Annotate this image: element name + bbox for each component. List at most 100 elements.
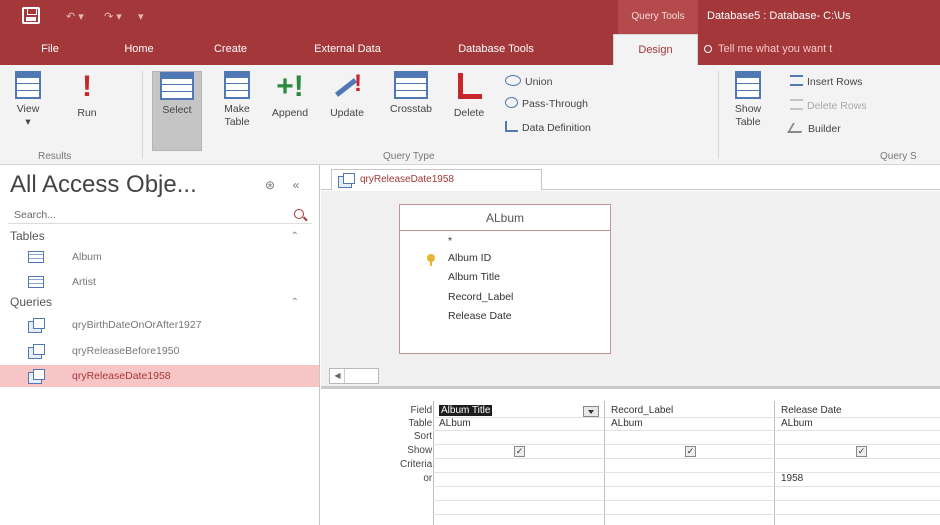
update-pencil-icon xyxy=(330,69,364,103)
grid-table-cell[interactable]: ALbum xyxy=(439,418,471,429)
show-checkbox[interactable]: ✓ xyxy=(856,446,867,457)
nav-item-query[interactable]: qryBirthDateOnOrAfter1927 xyxy=(0,314,319,336)
group-separator xyxy=(142,71,143,159)
union-icon xyxy=(505,75,521,86)
grid-line xyxy=(433,472,940,473)
undo-icon[interactable]: ↶ ▾ xyxy=(66,10,84,23)
navigation-pane: All Access Obje... ⊛ « Search... Tables … xyxy=(0,165,320,525)
collapse-arrow-icon[interactable]: ⌃ xyxy=(291,297,299,308)
collapse-pane-icon[interactable]: « xyxy=(288,177,304,193)
row-label-sort: Sort: xyxy=(413,431,435,442)
nav-item-query-selected[interactable]: qryReleaseDate1958 xyxy=(0,365,319,387)
ribbon-tab-bar: File Home Create External Data Database … xyxy=(0,34,940,65)
grid-table-cell[interactable]: ALbum xyxy=(611,418,643,429)
customize-qat-icon[interactable]: ▾ xyxy=(138,10,144,23)
chevron-down-icon: ▾ xyxy=(25,116,31,129)
horizontal-scrollbar[interactable]: ◀ xyxy=(329,368,379,384)
append-button[interactable]: +! Append xyxy=(264,71,316,151)
grid-field-cell[interactable]: Album Title xyxy=(439,405,493,416)
field-list-item[interactable]: Album ID xyxy=(448,252,491,264)
group-query-setup-label: Query S xyxy=(880,151,917,162)
row-label-field: Field: xyxy=(410,405,435,416)
union-button[interactable]: Union xyxy=(505,75,552,88)
title-bar: ↶ ▾ ↷ ▾ ▾ Query Tools Database5 : Databa… xyxy=(0,0,940,34)
nav-group-queries[interactable]: Queries xyxy=(10,295,52,309)
tab-design[interactable]: Design xyxy=(613,34,698,65)
collapse-arrow-icon[interactable]: ⌃ xyxy=(291,231,299,242)
tab-database-tools[interactable]: Database Tools xyxy=(440,34,552,65)
table-icon xyxy=(28,251,44,263)
lightbulb-icon xyxy=(704,45,712,53)
make-table-icon xyxy=(224,71,250,99)
nav-item-table-artist[interactable]: Artist xyxy=(0,271,319,293)
redo-icon[interactable]: ↷ ▾ xyxy=(104,10,122,23)
grid-line xyxy=(433,514,940,515)
query-design-grid: Field: Table: Sort: Show: Criteria: or: … xyxy=(321,389,940,525)
window-title: Database5 : Database- C:\Us xyxy=(707,10,851,22)
group-results-label: Results xyxy=(38,151,72,162)
tab-external-data[interactable]: External Data xyxy=(300,34,395,65)
nav-item-query[interactable]: qryReleaseBefore1950 xyxy=(0,340,319,362)
scroll-left-icon[interactable]: ◀ xyxy=(331,369,345,383)
group-separator xyxy=(718,71,719,159)
insert-rows-icon xyxy=(790,75,803,86)
field-list-item[interactable]: * xyxy=(448,235,452,247)
tab-create[interactable]: Create xyxy=(203,34,258,65)
delete-rows-button[interactable]: Delete Rows xyxy=(790,99,867,112)
show-table-icon xyxy=(735,71,761,99)
field-dropdown-icon[interactable] xyxy=(583,406,599,417)
show-table-button[interactable]: Show Table xyxy=(724,71,772,151)
search-input[interactable]: Search... xyxy=(8,206,312,224)
update-button[interactable]: Update xyxy=(318,69,376,151)
tab-file[interactable]: File xyxy=(30,34,70,65)
document-tab[interactable]: qryReleaseDate1958 xyxy=(331,169,542,191)
grid-field-cell[interactable]: Release Date xyxy=(781,405,842,416)
nav-item-table-album[interactable]: Album xyxy=(0,246,319,268)
delete-rows-icon xyxy=(790,99,803,110)
query-tools-context-tab: Query Tools xyxy=(618,0,698,34)
crosstab-button[interactable]: Crosstab xyxy=(382,71,440,151)
save-icon[interactable] xyxy=(22,7,40,24)
tab-home[interactable]: Home xyxy=(113,34,165,65)
document-tab-bar: qryReleaseDate1958 xyxy=(321,165,940,191)
append-plus-icon: +! xyxy=(276,70,304,103)
select-query-button[interactable]: Select xyxy=(152,71,202,151)
table-diagram-pane[interactable]: ALbum * Album ID Album Title Record_Labe… xyxy=(321,191,940,386)
delete-query-button[interactable]: Delete xyxy=(442,71,496,151)
pass-through-button[interactable]: Pass-Through xyxy=(505,97,588,110)
grid-divider xyxy=(433,401,434,525)
make-table-button[interactable]: Make Table xyxy=(212,71,262,151)
grid-field-cell[interactable]: Record_Label xyxy=(611,405,673,416)
field-list-title[interactable]: ALbum xyxy=(400,205,610,231)
crosstab-icon xyxy=(394,71,428,99)
run-button[interactable]: ! Run xyxy=(66,71,108,151)
primary-key-icon xyxy=(427,254,435,266)
show-checkbox[interactable]: ✓ xyxy=(514,446,525,457)
insert-rows-button[interactable]: Insert Rows xyxy=(790,75,862,88)
row-label-show: Show: xyxy=(407,445,435,456)
builder-button[interactable]: Builder xyxy=(787,123,841,135)
data-definition-button[interactable]: Data Definition xyxy=(505,121,591,134)
search-icon[interactable] xyxy=(294,209,304,219)
show-checkbox[interactable]: ✓ xyxy=(685,446,696,457)
grid-line xyxy=(433,500,940,501)
field-list-item[interactable]: Release Date xyxy=(448,310,512,322)
grid-line xyxy=(433,444,940,445)
nav-menu-icon[interactable]: ⊛ xyxy=(262,177,278,193)
datasheet-view-icon xyxy=(15,71,41,99)
grid-table-cell[interactable]: ALbum xyxy=(781,418,813,429)
grid-line xyxy=(433,417,940,418)
grid-criteria-cell[interactable]: 1958 xyxy=(781,473,803,484)
query-icon xyxy=(28,369,45,384)
tell-me-box[interactable]: Tell me what you want t xyxy=(704,34,832,65)
row-label-criteria: Criteria: xyxy=(399,459,435,470)
view-button[interactable]: View ▾ xyxy=(6,71,50,151)
globe-icon xyxy=(505,97,518,108)
nav-group-tables[interactable]: Tables xyxy=(10,229,45,243)
nav-pane-title[interactable]: All Access Obje... xyxy=(10,171,254,199)
field-list-item[interactable]: Album Title xyxy=(448,271,500,283)
field-list-item[interactable]: Record_Label xyxy=(448,291,513,303)
row-label-table: Table: xyxy=(408,418,435,429)
query-icon xyxy=(28,344,45,359)
table-field-list-album[interactable]: ALbum * Album ID Album Title Record_Labe… xyxy=(399,204,611,354)
